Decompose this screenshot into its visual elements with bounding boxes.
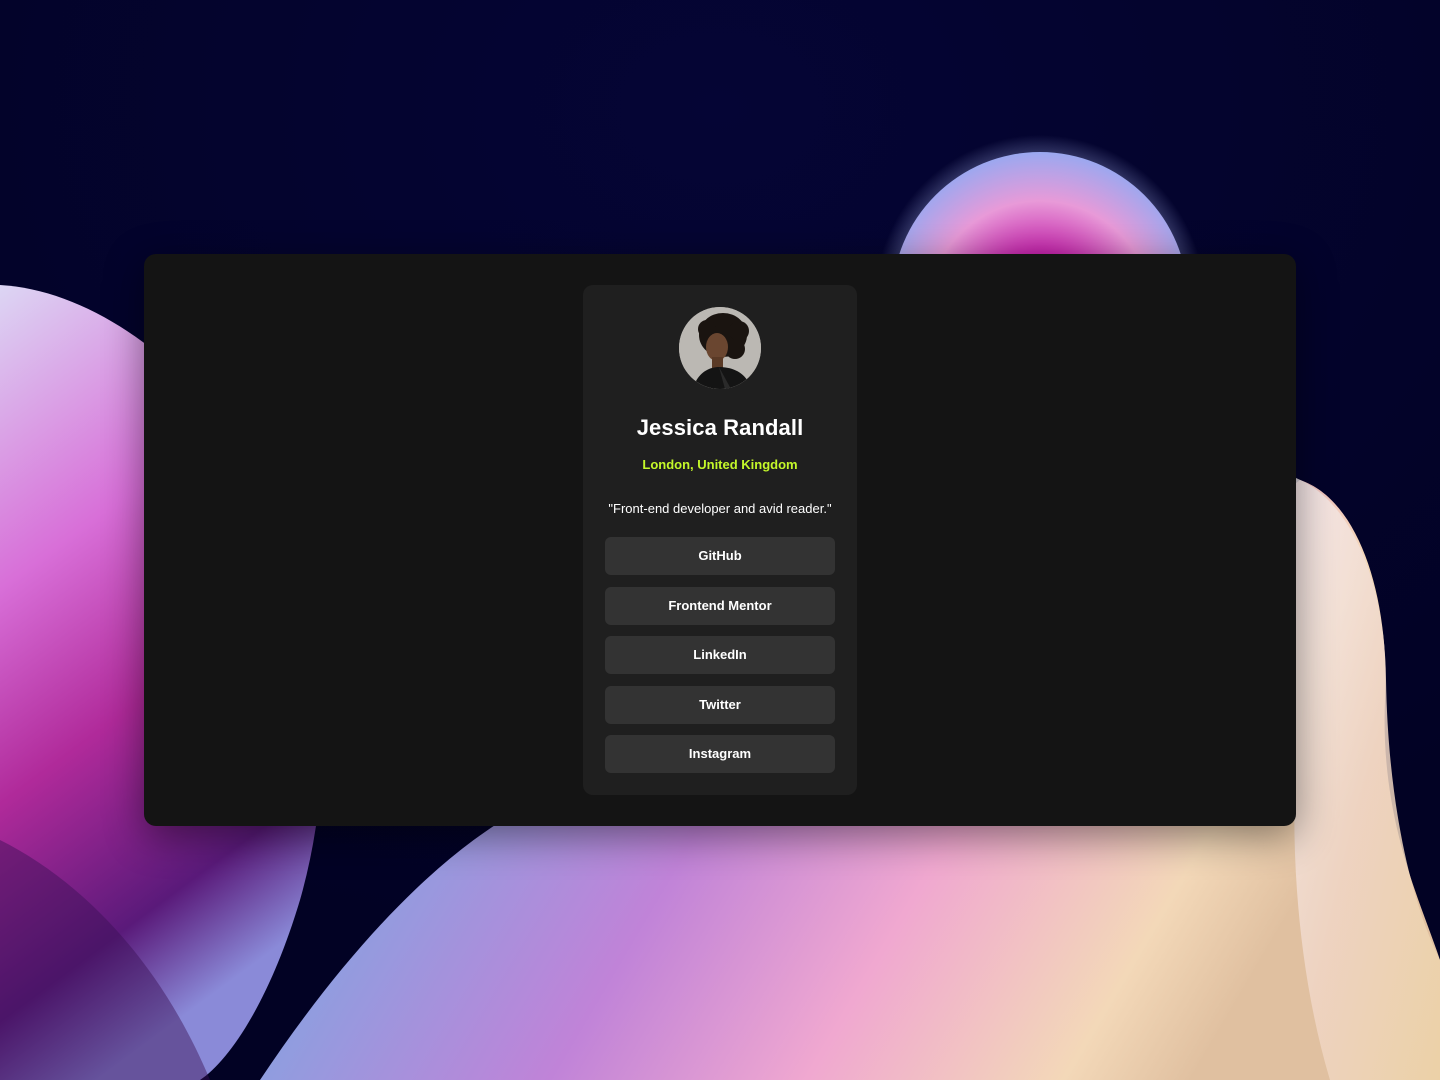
profile-bio: "Front-end developer and avid reader.": [608, 501, 832, 516]
github-link-button[interactable]: GitHub: [605, 537, 835, 575]
twitter-link-button[interactable]: Twitter: [605, 685, 835, 724]
profile-name: Jessica Randall: [636, 415, 804, 440]
profile-location: London, United Kingdom: [642, 457, 798, 472]
profile-card: Jessica Randall London, United Kingdom "…: [583, 285, 857, 795]
avatar: [679, 307, 761, 389]
app-window: Jessica Randall London, United Kingdom "…: [144, 254, 1296, 826]
linkedin-link-button[interactable]: LinkedIn: [605, 636, 835, 674]
social-links: GitHub Frontend Mentor LinkedIn Twitter …: [605, 537, 835, 785]
frontend-mentor-link-button[interactable]: Frontend Mentor: [605, 586, 835, 625]
avatar-image: [679, 307, 761, 389]
instagram-link-button[interactable]: Instagram: [605, 735, 835, 773]
